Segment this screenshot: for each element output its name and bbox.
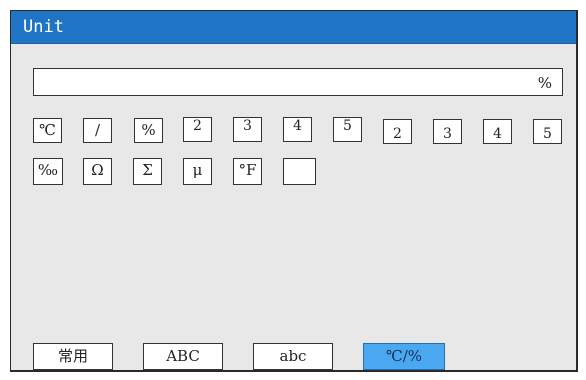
- key-superscript-4[interactable]: 4: [283, 117, 312, 142]
- key-superscript-3[interactable]: 3: [233, 117, 262, 142]
- key-subscript-3[interactable]: 3: [433, 119, 462, 144]
- title-bar: Unit: [11, 11, 576, 44]
- tab-uppercase[interactable]: ABC: [143, 343, 223, 370]
- key-permille[interactable]: ‰: [33, 158, 63, 185]
- key-superscript-5[interactable]: 5: [333, 117, 362, 142]
- unit-dialog: Unit % ℃ / % 2 3 4 5 2 3 4 5 ‰ Ω Σ μ °F …: [10, 10, 578, 372]
- unit-input-field[interactable]: %: [33, 68, 563, 96]
- key-blank[interactable]: [283, 158, 316, 185]
- key-celsius[interactable]: ℃: [33, 118, 62, 143]
- key-fahrenheit[interactable]: °F: [233, 158, 262, 185]
- key-percent[interactable]: %: [134, 118, 163, 143]
- key-subscript-2[interactable]: 2: [383, 119, 412, 144]
- key-superscript-2[interactable]: 2: [183, 117, 212, 142]
- dialog-title: Unit: [23, 17, 64, 37]
- unit-input-value: %: [537, 74, 552, 92]
- tab-common[interactable]: 常用: [33, 343, 113, 370]
- key-ohm[interactable]: Ω: [83, 158, 112, 185]
- key-micro[interactable]: μ: [183, 158, 212, 185]
- tab-units[interactable]: ℃/%: [363, 343, 445, 370]
- key-sigma[interactable]: Σ: [133, 158, 162, 185]
- key-slash[interactable]: /: [83, 118, 112, 143]
- tab-lowercase[interactable]: abc: [253, 343, 333, 370]
- key-subscript-5[interactable]: 5: [533, 119, 562, 144]
- key-subscript-4[interactable]: 4: [483, 119, 512, 144]
